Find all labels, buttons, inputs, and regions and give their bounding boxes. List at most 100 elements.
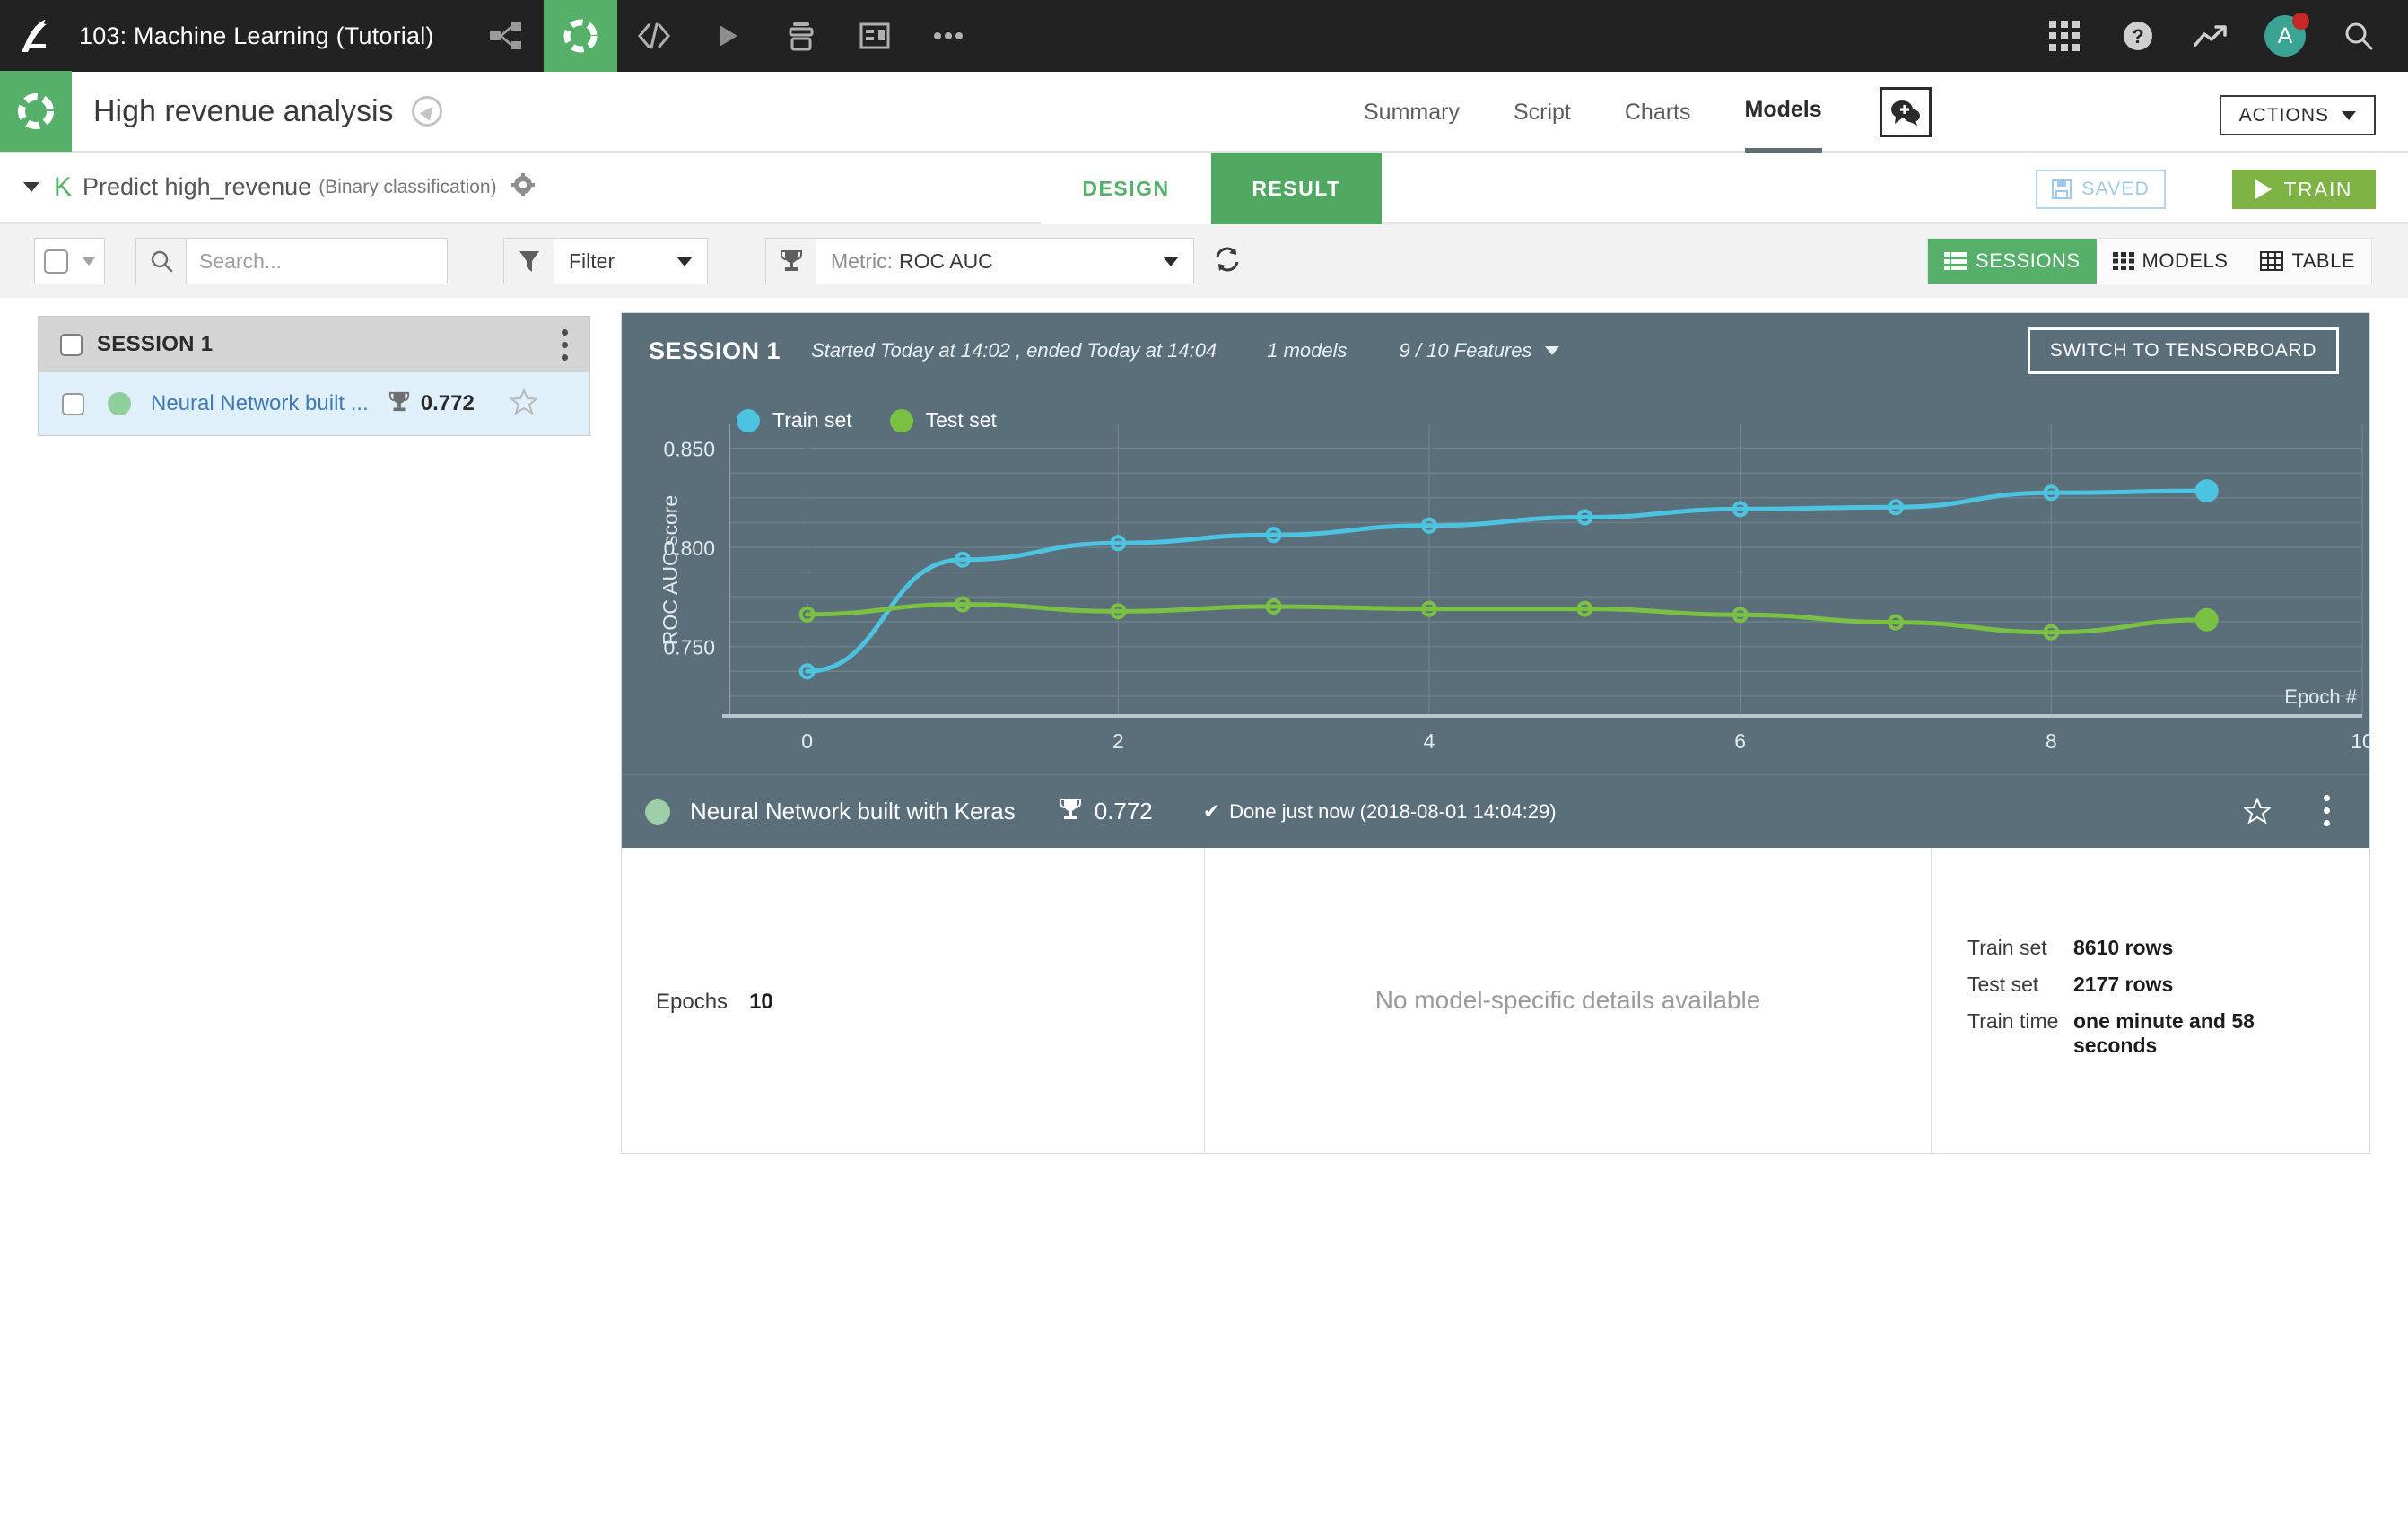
status-dot-green-icon bbox=[645, 799, 670, 825]
svg-text:2: 2 bbox=[1112, 729, 1124, 753]
more-vertical-icon[interactable] bbox=[562, 329, 568, 367]
chevron-down-icon bbox=[676, 256, 693, 266]
view-toggle: SESSIONS MODELS TABLE bbox=[1927, 238, 2372, 284]
tab-result[interactable]: RESULT bbox=[1211, 153, 1382, 224]
view-models-button[interactable]: MODELS bbox=[2097, 239, 2245, 284]
train-button[interactable]: TRAIN bbox=[2231, 170, 2376, 209]
triangle-down-icon[interactable] bbox=[23, 182, 39, 192]
legend-item-test[interactable]: Test set bbox=[889, 408, 997, 432]
saved-button[interactable]: SAVED bbox=[2036, 170, 2166, 209]
discussion-icon[interactable] bbox=[1879, 87, 1932, 137]
bird-logo-icon[interactable] bbox=[0, 0, 72, 72]
session-models-count: 1 models bbox=[1267, 339, 1348, 362]
svg-text:?: ? bbox=[2132, 25, 2143, 48]
search-icon bbox=[136, 239, 187, 284]
model-checkbox[interactable] bbox=[62, 392, 84, 415]
star-outline-icon[interactable] bbox=[2242, 797, 2273, 828]
svg-text:4: 4 bbox=[1424, 729, 1435, 753]
view-models-label: MODELS bbox=[2142, 249, 2229, 272]
trophy-icon bbox=[388, 390, 410, 418]
tab-design[interactable]: DESIGN bbox=[1041, 153, 1211, 224]
view-sessions-label: SESSIONS bbox=[1976, 249, 2081, 272]
legend-swatch-test bbox=[889, 408, 913, 432]
search-icon[interactable] bbox=[2322, 0, 2395, 72]
detail-column-stats: Train set 8610 rows Test set 2177 rows T… bbox=[1932, 848, 2369, 1153]
stat-value: 2177 rows bbox=[2073, 973, 2174, 997]
model-detail-body: Epochs 10 No model-specific details avai… bbox=[622, 848, 2369, 1153]
page-title: 103: Machine Learning (Tutorial) bbox=[79, 22, 434, 49]
floppy-disk-icon bbox=[2052, 179, 2072, 199]
select-all-dropdown[interactable] bbox=[34, 238, 105, 284]
tab-script[interactable]: Script bbox=[1514, 72, 1571, 153]
view-table-button[interactable]: TABLE bbox=[2244, 239, 2371, 284]
flow-icon[interactable] bbox=[470, 0, 544, 72]
tab-models[interactable]: Models bbox=[1744, 72, 1822, 153]
project-logo-icon[interactable] bbox=[0, 71, 72, 152]
view-sessions-button[interactable]: SESSIONS bbox=[1928, 239, 2097, 284]
epochs-value: 10 bbox=[749, 990, 773, 1014]
legend-swatch-train bbox=[737, 408, 760, 432]
play-icon bbox=[2255, 179, 2272, 199]
chevron-down-icon bbox=[2342, 110, 2356, 120]
filter-dropdown[interactable]: Filter bbox=[503, 238, 708, 284]
chart-canvas: 0.7500.8000.8500 2 4 6 8 10ROC AUC scoreEpoch… bbox=[659, 424, 2374, 753]
dashboard-icon[interactable] bbox=[838, 0, 912, 72]
tab-summary[interactable]: Summary bbox=[1364, 72, 1460, 153]
stat-row: Train time one minute and 58 seconds bbox=[1967, 1009, 2298, 1058]
stat-value: 8610 rows bbox=[2073, 936, 2174, 959]
metric-value: ROC AUC bbox=[899, 249, 993, 273]
session-group-header[interactable]: SESSION 1 bbox=[39, 317, 589, 372]
dss-lab-icon[interactable] bbox=[543, 0, 617, 72]
epochs-label: Epochs bbox=[656, 990, 729, 1014]
more-icon[interactable] bbox=[912, 0, 985, 72]
model-detail-name: Neural Network built with Keras bbox=[690, 798, 1016, 825]
svg-text:ROC AUC score: ROC AUC score bbox=[659, 495, 682, 645]
code-icon[interactable] bbox=[617, 0, 691, 72]
search-input[interactable] bbox=[187, 239, 447, 284]
chevron-down-icon bbox=[83, 257, 95, 266]
legend-label-test: Test set bbox=[925, 408, 997, 432]
gear-icon[interactable] bbox=[510, 173, 535, 201]
prediction-subtitle: (Binary classification) bbox=[318, 176, 497, 197]
train-label: TRAIN bbox=[2283, 177, 2352, 201]
refresh-icon[interactable] bbox=[1214, 246, 1241, 277]
session-checkbox[interactable] bbox=[60, 333, 83, 356]
session-title: SESSION 1 bbox=[649, 336, 781, 364]
notebook-icon[interactable] bbox=[764, 0, 838, 72]
svg-text:Epoch #: Epoch # bbox=[2284, 685, 2357, 708]
model-score: 0.772 bbox=[420, 391, 475, 415]
compass-icon[interactable] bbox=[411, 96, 442, 127]
list-icon bbox=[1944, 252, 1968, 270]
svg-text:0.850: 0.850 bbox=[663, 438, 715, 461]
model-name[interactable]: Neural Network built ... bbox=[151, 391, 369, 416]
epochs-row: Epochs 10 bbox=[656, 990, 773, 1015]
svg-text:0: 0 bbox=[801, 729, 813, 753]
project-title: High revenue analysis bbox=[93, 93, 394, 128]
star-outline-icon[interactable] bbox=[509, 388, 539, 419]
actions-button[interactable]: ACTIONS bbox=[2219, 95, 2376, 135]
grid-icon bbox=[2112, 252, 2134, 270]
run-icon[interactable] bbox=[691, 0, 764, 72]
tab-charts[interactable]: Charts bbox=[1625, 72, 1691, 153]
list-item[interactable]: Neural Network built ... 0.772 bbox=[39, 372, 589, 435]
model-detail-status: ✔ Done just now (2018-08-01 14:04:29) bbox=[1203, 799, 1557, 824]
checkbox-icon[interactable] bbox=[44, 249, 68, 274]
avatar[interactable]: A bbox=[2248, 0, 2322, 72]
more-vertical-icon[interactable] bbox=[2324, 795, 2330, 833]
detail-column-specific: No model-specific details available bbox=[1205, 848, 1932, 1153]
legend-item-train[interactable]: Train set bbox=[737, 408, 852, 432]
help-icon[interactable]: ? bbox=[2101, 0, 2175, 72]
detail-column-params: Epochs 10 bbox=[622, 848, 1205, 1153]
search-box[interactable] bbox=[135, 238, 448, 284]
funnel-icon bbox=[504, 239, 554, 284]
switch-to-tensorboard-button[interactable]: SWITCH TO TENSORBOARD bbox=[2027, 327, 2339, 374]
trending-icon[interactable] bbox=[2175, 0, 2248, 72]
chevron-down-icon bbox=[1544, 346, 1559, 355]
metric-dropdown[interactable]: Metric: ROC AUC bbox=[765, 238, 1194, 284]
trophy-icon bbox=[766, 239, 816, 284]
prediction-title: Predict high_revenue bbox=[83, 173, 312, 200]
session-features-dropdown[interactable]: 9 / 10 Features bbox=[1400, 339, 1559, 362]
apps-grid-icon[interactable] bbox=[2028, 0, 2101, 72]
session-meta: Started Today at 14:02 , ended Today at … bbox=[811, 339, 1217, 362]
model-detail-score: 0.772 bbox=[1094, 798, 1153, 825]
